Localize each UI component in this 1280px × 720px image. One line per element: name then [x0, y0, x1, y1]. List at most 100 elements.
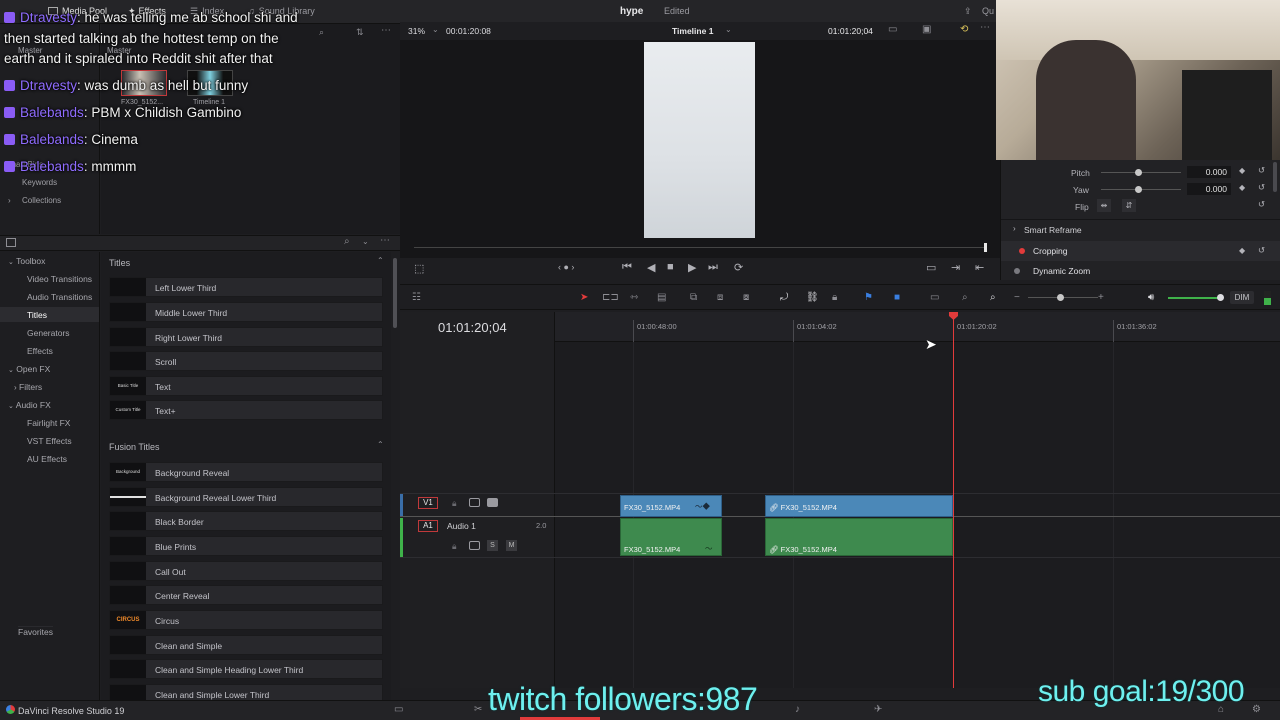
jog-icon[interactable]: ‹ ● › [558, 262, 574, 272]
quick-export-label[interactable]: Qu [982, 6, 994, 16]
fx-item-background-reveal-lower-third[interactable]: Background Reveal Lower Third [109, 487, 383, 507]
dynamic-trim-icon[interactable]: ⇿ [630, 292, 638, 303]
track-id-v1[interactable]: V1 [418, 497, 438, 509]
tree-audio-fx[interactable]: ⌄ Audio FX [8, 400, 51, 410]
reset-icon[interactable]: ↺ [1258, 199, 1265, 210]
zoom-in-icon[interactable]: + [1098, 292, 1104, 303]
solo-button[interactable]: S [487, 540, 498, 551]
panel-toggle-icon[interactable] [6, 238, 16, 247]
audio-clip[interactable]: FX30_5152.MP4 〜 [620, 518, 722, 556]
keywords-bin[interactable]: Keywords [22, 178, 57, 187]
tree-filters[interactable]: › Filters [14, 382, 42, 392]
tree-titles-highlight[interactable]: Titles [0, 307, 99, 322]
reset-icon[interactable]: ↺ [1258, 165, 1265, 176]
tree-video-transitions[interactable]: Video Transitions [27, 274, 92, 284]
next-clip-icon[interactable]: ⇥ [951, 261, 960, 274]
search-icon[interactable]: ⌕ [344, 236, 350, 247]
tree-open-fx[interactable]: ⌄ Open FX [8, 364, 50, 374]
track-id-a1[interactable]: A1 [418, 520, 438, 532]
zoom-detail-icon[interactable]: ⌕ [962, 292, 968, 303]
fx-item-center-reveal[interactable]: Center Reveal [109, 585, 383, 605]
scrubber-handle[interactable] [984, 243, 987, 252]
fx-item-call-out[interactable]: Call Out [109, 561, 383, 581]
fairlight-page-icon[interactable]: ♪ [795, 704, 800, 715]
fx-item-circus[interactable]: CIRCUS Circus [109, 610, 383, 630]
more-options-icon[interactable]: ⋯ [381, 25, 391, 36]
share-icon[interactable]: ⇪ [964, 6, 972, 17]
collections-bin[interactable]: Collections [22, 196, 61, 205]
lock-icon[interactable]: 🔒︎ [452, 541, 457, 552]
fx-item-clean-and-simple[interactable]: Clean and Simple [109, 635, 383, 655]
dim-button[interactable]: DIM [1230, 291, 1254, 304]
chevron-right-icon[interactable]: › [1013, 224, 1016, 233]
video-clip[interactable]: 🔗︎ FX30_5152.MP4 [765, 495, 953, 517]
dynamic-zoom-indicator[interactable] [1014, 268, 1020, 274]
keyframe-icon[interactable]: ◆ [1239, 166, 1245, 175]
trim-tool-icon[interactable]: ⊏⊐ [602, 292, 619, 303]
cropping-enabled-indicator[interactable] [1019, 248, 1025, 254]
chevron-down-icon[interactable]: ⌄ [725, 25, 732, 34]
yaw-value[interactable]: 0.000 [1187, 183, 1231, 195]
tree-effects[interactable]: Effects [27, 346, 53, 356]
position-lock-icon[interactable]: 🔒︎ [832, 292, 837, 303]
effects-scrollbar[interactable] [393, 258, 397, 328]
zoom-full-icon[interactable]: ▭ [930, 292, 939, 303]
replace-clip-icon[interactable]: ⧇ [743, 292, 749, 303]
pitch-value[interactable]: 0.000 [1187, 166, 1231, 178]
fx-item-middle-lower-third[interactable]: Middle Lower Third [109, 302, 383, 322]
flip-horizontal-icon[interactable]: ⇹ [1097, 199, 1111, 212]
deliver-page-icon[interactable]: ✈ [874, 704, 882, 715]
zoom-slider-knob[interactable] [1057, 294, 1064, 301]
timeline-name[interactable]: Timeline 1 [672, 26, 713, 36]
display-icon[interactable]: ▣ [922, 24, 931, 35]
volume-slider-knob[interactable] [1217, 294, 1224, 301]
fx-item-background-reveal[interactable]: Background Reveal Background Reveal [109, 462, 383, 482]
more-options-icon[interactable]: ⋯ [380, 235, 390, 246]
fx-item-blue-prints[interactable]: Blue Prints [109, 536, 383, 556]
fx-item-right-lower-third[interactable]: Right Lower Third [109, 327, 383, 347]
keyframe-icon[interactable]: ◆ [1239, 246, 1245, 255]
loop-icon[interactable]: ⟳ [734, 261, 743, 274]
marker-icon[interactable]: ■ [894, 292, 900, 303]
chevron-down-icon[interactable]: ⌄ [432, 25, 439, 34]
sync-icon[interactable]: ⟲ [960, 24, 968, 35]
play-icon[interactable]: ▶ [688, 261, 696, 274]
timeline-ruler[interactable]: 01:00:48:00 01:01:04:02 01:01:20:02 01:0… [555, 312, 1280, 342]
tree-fairlight-fx[interactable]: Fairlight FX [27, 418, 70, 428]
match-frame-icon[interactable]: ▭ [926, 261, 936, 274]
fx-item-black-border[interactable]: Black Border [109, 511, 383, 531]
tree-audio-transitions[interactable]: Audio Transitions [27, 292, 92, 302]
video-clip[interactable]: FX30_5152.MP4 〜◆ [620, 495, 722, 517]
tree-generators[interactable]: Generators [27, 328, 70, 338]
chevron-down-icon[interactable]: ⌄ [362, 237, 369, 246]
fx-item-text[interactable]: Basic Title Text [109, 376, 383, 396]
tree-vst-effects[interactable]: VST Effects [27, 436, 72, 446]
insert-clip-icon[interactable]: ⧉ [690, 292, 697, 303]
inspector-scrollbar[interactable] [1273, 162, 1277, 192]
tree-au-effects[interactable]: AU Effects [27, 454, 67, 464]
play-reverse-icon[interactable]: ◀ [647, 261, 655, 274]
media-page-icon[interactable]: ▭ [394, 704, 403, 715]
collapse-icon[interactable]: ⌃ [377, 256, 384, 265]
selection-tool-icon[interactable]: ➤ [580, 292, 588, 303]
timeline-options-icon[interactable]: ☷ [412, 292, 421, 303]
fx-item-scroll[interactable]: Scroll [109, 351, 383, 371]
linked-selection-icon[interactable]: ⛓ [806, 292, 819, 303]
crop-icon[interactable]: ⬚ [414, 262, 424, 275]
collapse-icon[interactable]: ⌃ [377, 440, 384, 449]
flag-icon[interactable]: ⚑ [864, 292, 873, 303]
fx-item-text-plus[interactable]: Custom Title Text+ [109, 400, 383, 420]
viewer-options-icon[interactable]: ▭ [888, 24, 897, 35]
volume-slider[interactable] [1168, 297, 1220, 299]
fx-item-left-lower-third[interactable]: Left Lower Third [109, 277, 383, 297]
auto-select-icon[interactable] [469, 498, 480, 507]
sort-icon[interactable]: ⇅ [356, 27, 364, 38]
blade-tool-icon[interactable]: ▤ [657, 292, 666, 303]
settings-icon[interactable]: ⚙ [1252, 704, 1261, 715]
timeline-timecode[interactable]: 01:01:20;04 [438, 320, 507, 335]
dynamic-zoom-section[interactable]: Dynamic Zoom [1033, 266, 1090, 276]
reset-icon[interactable]: ↺ [1258, 245, 1265, 256]
playhead[interactable] [953, 314, 954, 688]
go-to-end-icon[interactable]: ⏭ [708, 261, 718, 274]
previous-clip-icon[interactable]: ⇤ [975, 261, 984, 274]
